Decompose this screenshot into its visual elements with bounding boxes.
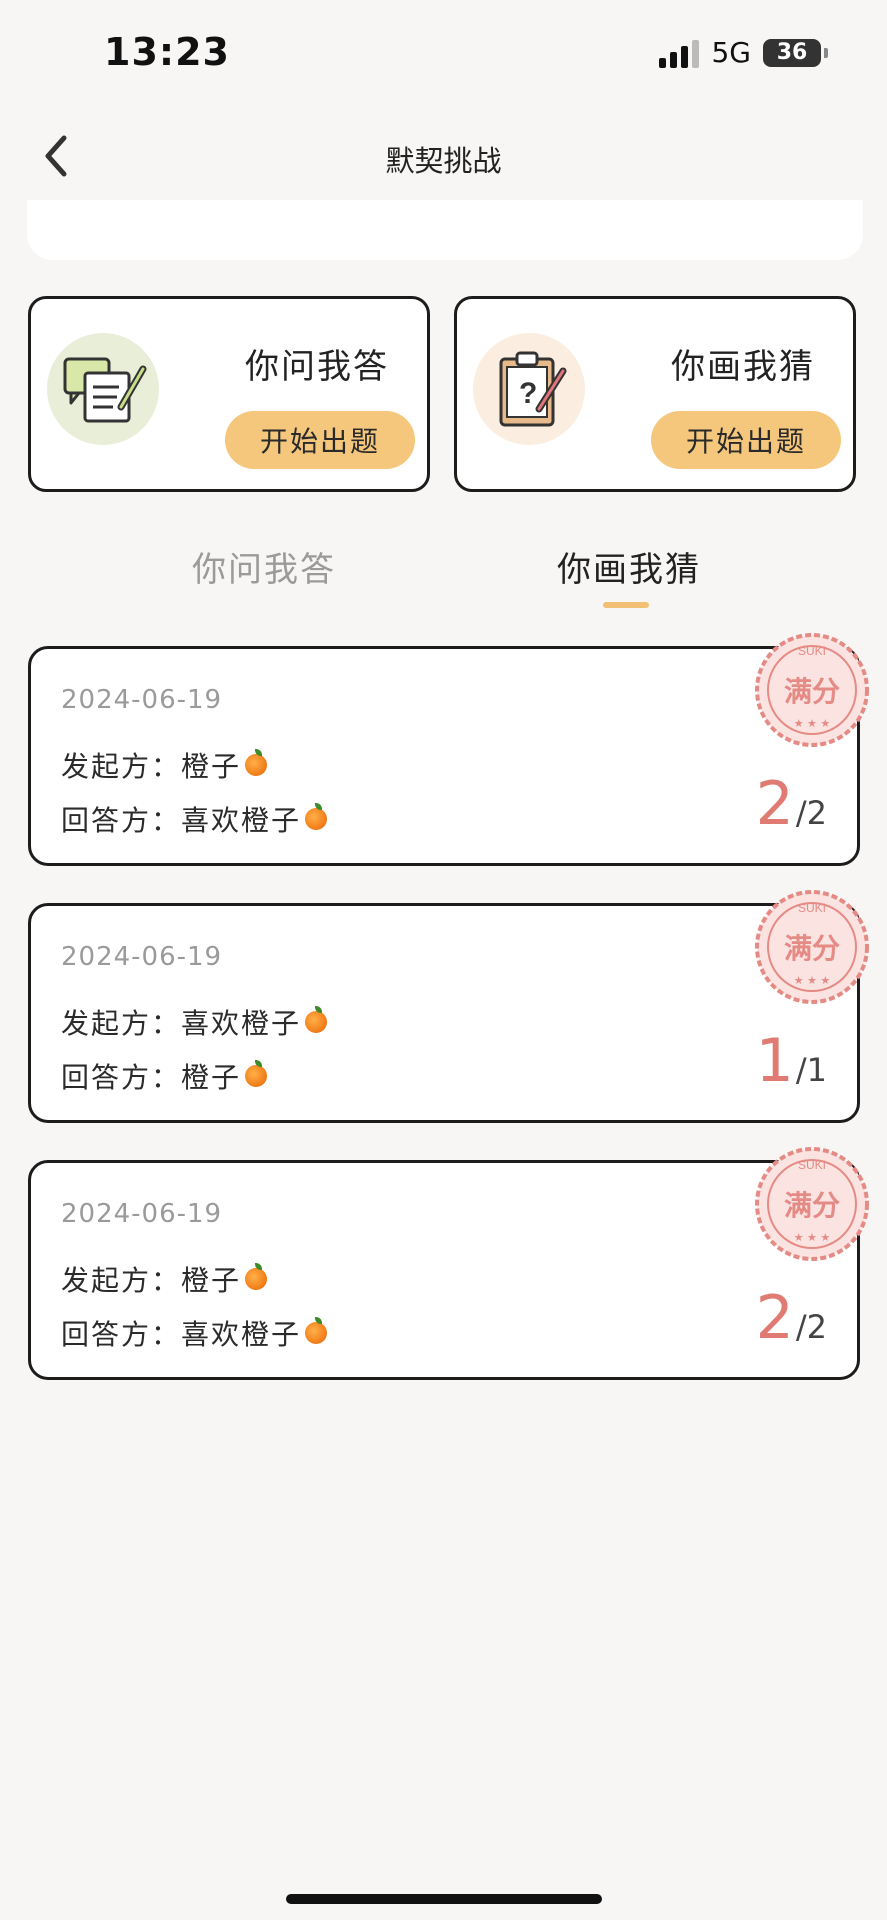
battery-level: 36 xyxy=(776,40,808,65)
orange-icon xyxy=(245,749,268,776)
svg-text:★ ★ ★: ★ ★ ★ xyxy=(794,974,831,987)
score: 2/2 xyxy=(756,769,827,839)
status-icons: 5G 36 xyxy=(659,36,828,69)
svg-text:★ ★ ★: ★ ★ ★ xyxy=(794,717,831,730)
score-total: /2 xyxy=(795,1308,827,1346)
status-time: 13:23 xyxy=(104,30,230,74)
answerer-label: 回答方： xyxy=(61,804,182,837)
score-total: /2 xyxy=(795,794,827,832)
orange-icon xyxy=(245,1263,268,1290)
header-card xyxy=(27,200,863,260)
start-draw-button[interactable]: 开始出题 xyxy=(651,411,841,469)
orange-icon xyxy=(245,1060,268,1087)
record-card[interactable]: 2024-06-19 发起方： 喜欢橙子 回答方： 橙子 1/1 SUKI 满分 ★… xyxy=(28,890,869,1123)
record-card[interactable]: 2024-06-19 发起方： 橙子 回答方： 喜欢橙子 2/2 SUKI 满分 ★… xyxy=(28,633,869,866)
mode-title-qa: 你问我答 xyxy=(245,347,389,387)
score: 1/1 xyxy=(756,1026,827,1096)
clipboard-question-icon: ? xyxy=(469,329,589,449)
mode-card-qa: 你问我答 开始出题 xyxy=(28,296,430,492)
record-card[interactable]: 2024-06-19 发起方： 橙子 回答方： 喜欢橙子 2/2 SUKI 满分 ★… xyxy=(28,1147,869,1380)
svg-text:?: ? xyxy=(519,377,537,410)
initiator-row: 发起方： 橙子 xyxy=(61,745,268,785)
score-total: /1 xyxy=(795,1051,827,1089)
stamp-sub: SUKI xyxy=(798,644,826,658)
stamp-text: 满分 xyxy=(784,675,840,708)
tab-qa[interactable]: 你问我答 xyxy=(192,542,336,591)
home-indicator[interactable] xyxy=(286,1894,602,1904)
tab-indicator xyxy=(603,602,649,608)
mode-card-draw: ? 你画我猜 开始出题 xyxy=(454,296,856,492)
answerer-name: 喜欢橙子 xyxy=(181,1318,302,1351)
full-score-stamp-icon: SUKI 满分 ★ ★ ★ xyxy=(755,890,869,1004)
initiator-label: 发起方： xyxy=(61,750,182,783)
score: 2/2 xyxy=(756,1283,827,1353)
network-type: 5G xyxy=(711,36,751,69)
answerer-label: 回答方： xyxy=(61,1061,182,1094)
initiator-row: 发起方： 喜欢橙子 xyxy=(61,1002,328,1042)
answerer-name: 喜欢橙子 xyxy=(181,804,302,837)
orange-icon xyxy=(305,803,328,830)
stamp-sub: SUKI xyxy=(798,1158,826,1172)
orange-icon xyxy=(305,1006,328,1033)
svg-text:★ ★ ★: ★ ★ ★ xyxy=(794,1231,831,1244)
initiator-label: 发起方： xyxy=(61,1264,182,1297)
answerer-row: 回答方： 橙子 xyxy=(61,1056,268,1096)
stamp-text: 满分 xyxy=(784,932,840,965)
answerer-label: 回答方： xyxy=(61,1318,182,1351)
answerer-row: 回答方： 喜欢橙子 xyxy=(61,799,328,839)
tab-draw[interactable]: 你画我猜 xyxy=(557,542,701,591)
page-title: 默契挑战 xyxy=(385,144,502,178)
record-date: 2024-06-19 xyxy=(61,942,223,972)
stamp-text: 满分 xyxy=(784,1189,840,1222)
start-qa-button[interactable]: 开始出题 xyxy=(225,411,415,469)
battery-icon: 36 xyxy=(763,38,828,67)
record-date: 2024-06-19 xyxy=(61,685,223,715)
chat-notes-icon xyxy=(43,329,163,449)
initiator-label: 发起方： xyxy=(61,1007,182,1040)
full-score-stamp-icon: SUKI 满分 ★ ★ ★ xyxy=(755,1147,869,1261)
answerer-row: 回答方： 喜欢橙子 xyxy=(61,1313,328,1353)
answerer-name: 橙子 xyxy=(181,1061,242,1094)
initiator-row: 发起方： 橙子 xyxy=(61,1259,268,1299)
score-value: 1 xyxy=(755,1026,794,1096)
record-date: 2024-06-19 xyxy=(61,1199,223,1229)
signal-icon xyxy=(659,38,700,68)
score-value: 2 xyxy=(755,769,794,839)
initiator-name: 喜欢橙子 xyxy=(181,1007,302,1040)
score-value: 2 xyxy=(755,1283,794,1353)
mode-title-draw: 你画我猜 xyxy=(671,347,815,387)
initiator-name: 橙子 xyxy=(181,750,242,783)
orange-icon xyxy=(305,1317,328,1344)
initiator-name: 橙子 xyxy=(181,1264,242,1297)
full-score-stamp-icon: SUKI 满分 ★ ★ ★ xyxy=(755,633,869,747)
stamp-sub: SUKI xyxy=(798,901,826,915)
